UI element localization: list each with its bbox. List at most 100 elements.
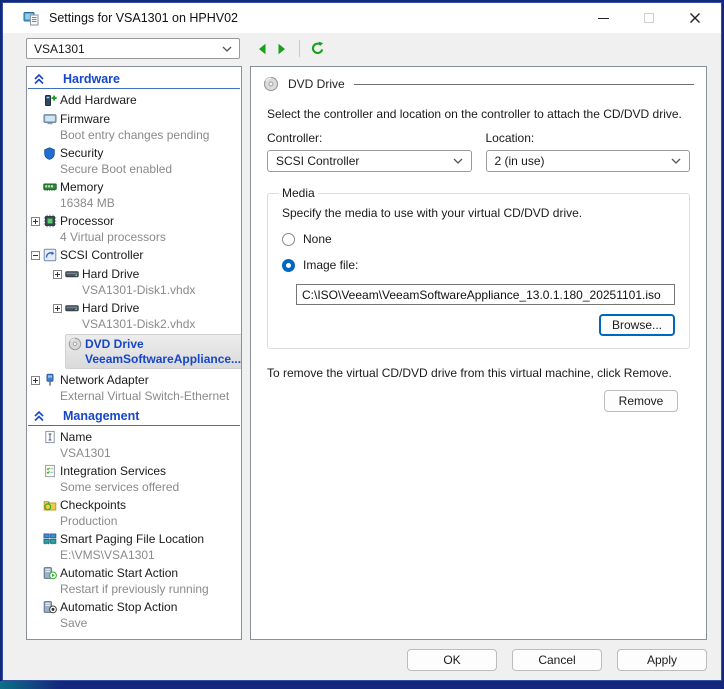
chevron-down-icon <box>453 158 463 164</box>
dialog-footer: OK Cancel Apply <box>3 640 721 680</box>
expand-icon[interactable] <box>53 270 62 279</box>
cancel-button[interactable]: Cancel <box>512 649 602 671</box>
dvd-disc-icon <box>263 76 279 92</box>
sidebar-item-name[interactable]: Name VSA1301 <box>28 429 240 460</box>
sidebar-item-dvd-drive-selected[interactable]: DVD Drive VeeamSoftwareAppliance... <box>28 334 240 369</box>
location-label: Location: <box>486 131 691 145</box>
shield-icon <box>43 147 60 160</box>
item-subtext: Production <box>28 514 240 528</box>
ok-button[interactable]: OK <box>407 649 497 671</box>
sidebar-item-memory[interactable]: Memory 16384 MB <box>28 179 240 210</box>
item-label: Processor <box>60 214 114 228</box>
section-hardware-label: Hardware <box>63 72 120 86</box>
section-hardware[interactable]: Hardware <box>28 69 240 89</box>
hard-drive-icon <box>65 301 82 315</box>
controller-label: Controller: <box>267 131 472 145</box>
item-subtext: Some services offered <box>28 480 240 494</box>
remove-button[interactable]: Remove <box>604 390 678 412</box>
intro-text: Select the controller and location on th… <box>267 107 690 121</box>
media-groupbox: Media Specify the media to use with your… <box>267 186 690 349</box>
chevron-down-icon <box>671 158 681 164</box>
radio-option-none[interactable]: None <box>282 232 675 246</box>
radio-option-image-file[interactable]: Image file: <box>282 258 675 272</box>
title-bar: Settings for VSA1301 on HPHV02 <box>3 3 721 33</box>
sidebar-item-network-adapter[interactable]: Network Adapter External Virtual Switch-… <box>28 372 240 403</box>
header-rule <box>354 84 694 85</box>
navigate-back-button[interactable] <box>252 39 272 59</box>
item-subtext: 16384 MB <box>28 196 240 210</box>
refresh-icon <box>310 41 325 56</box>
item-subtext: Boot entry changes pending <box>28 128 240 142</box>
forward-arrow-icon <box>276 43 288 55</box>
maximize-button <box>641 10 657 26</box>
item-subtext: VSA1301 <box>28 446 240 460</box>
image-file-path-input[interactable] <box>296 284 675 305</box>
section-management[interactable]: Management <box>28 406 240 426</box>
refresh-button[interactable] <box>307 39 327 59</box>
radio-image-checked[interactable] <box>282 259 295 272</box>
sidebar-item-checkpoints[interactable]: Checkpoints Production <box>28 497 240 528</box>
sidebar-item-hard-drive-2[interactable]: Hard Drive VSA1301-Disk2.vhdx <box>28 300 240 331</box>
browse-button[interactable]: Browse... <box>599 314 675 336</box>
sidebar-item-add-hardware[interactable]: Add Hardware <box>28 92 240 108</box>
item-label: Firmware <box>60 112 110 126</box>
item-label: SCSI Controller <box>60 248 143 262</box>
controller-location-row: Controller: SCSI Controller Location: 2 … <box>267 131 690 172</box>
collapse-chevron-icon <box>33 410 45 422</box>
close-button[interactable] <box>687 10 703 26</box>
sidebar-item-auto-stop[interactable]: Automatic Stop Action Save <box>28 599 240 630</box>
hardware-tree-panel: Hardware Add Hardware <box>26 66 242 640</box>
collapse-icon[interactable] <box>31 251 40 260</box>
minimize-button[interactable] <box>595 10 611 26</box>
item-label: Add Hardware <box>60 93 137 107</box>
sidebar-item-hard-drive-1[interactable]: Hard Drive VSA1301-Disk1.vhdx <box>28 266 240 297</box>
expand-icon[interactable] <box>53 304 62 313</box>
expand-icon[interactable] <box>31 376 40 385</box>
sidebar-item-firmware[interactable]: Firmware Boot entry changes pending <box>28 111 240 142</box>
processor-icon <box>43 214 60 228</box>
item-subtext: VSA1301-Disk1.vhdx <box>28 283 240 297</box>
checklist-icon <box>43 464 60 478</box>
remove-hint-text: To remove the virtual CD/DVD drive from … <box>267 366 690 380</box>
item-label: DVD Drive <box>85 337 144 351</box>
apply-button[interactable]: Apply <box>617 649 707 671</box>
sidebar-item-auto-start[interactable]: Automatic Start Action Restart if previo… <box>28 565 240 596</box>
panel-title: DVD Drive <box>288 77 345 91</box>
dvd-disc-icon <box>68 337 85 351</box>
radio-none-unchecked[interactable] <box>282 233 295 246</box>
controller-select[interactable]: SCSI Controller <box>267 150 472 172</box>
sidebar-item-security[interactable]: Security Secure Boot enabled <box>28 145 240 176</box>
sidebar-item-smart-paging[interactable]: Smart Paging File Location E:\VMS\VSA130… <box>28 531 240 562</box>
section-management-label: Management <box>63 409 139 423</box>
radio-image-label[interactable]: Image file: <box>303 258 358 272</box>
item-subtext: External Virtual Switch-Ethernet <box>28 389 240 403</box>
expand-icon[interactable] <box>31 217 40 226</box>
vm-selector-value: VSA1301 <box>34 42 85 56</box>
item-label: Checkpoints <box>60 498 126 512</box>
location-select[interactable]: 2 (in use) <box>486 150 691 172</box>
chevron-down-icon <box>222 46 232 52</box>
item-subtext: Restart if previously running <box>28 582 240 596</box>
item-label: Memory <box>60 180 103 194</box>
item-subtext: 4 Virtual processors <box>28 230 240 244</box>
sidebar-item-scsi-controller[interactable]: SCSI Controller <box>28 247 240 263</box>
caption-buttons <box>595 10 703 26</box>
location-value: 2 (in use) <box>495 154 545 168</box>
memory-icon <box>43 180 60 194</box>
auto-start-icon <box>43 566 60 580</box>
sidebar-item-integration-services[interactable]: Integration Services Some services offer… <box>28 463 240 494</box>
vm-selector-dropdown[interactable]: VSA1301 <box>26 38 240 59</box>
media-instruction: Specify the media to use with your virtu… <box>282 206 675 220</box>
panel-header: DVD Drive <box>263 76 694 92</box>
dvd-drive-settings-panel: DVD Drive Select the controller and loca… <box>250 66 707 640</box>
navigate-forward-button[interactable] <box>272 39 292 59</box>
item-subtext: VeeamSoftwareAppliance... <box>68 352 241 366</box>
paging-memory-icon <box>43 532 60 546</box>
hyperv-settings-icon <box>23 10 40 27</box>
window-title: Settings for VSA1301 on HPHV02 <box>49 11 595 25</box>
auto-stop-icon <box>43 600 60 614</box>
settings-window: Settings for VSA1301 on HPHV02 VSA1301 <box>2 2 722 681</box>
toolbar: VSA1301 <box>3 33 721 64</box>
radio-none-label[interactable]: None <box>303 232 332 246</box>
sidebar-item-processor[interactable]: Processor 4 Virtual processors <box>28 213 240 244</box>
